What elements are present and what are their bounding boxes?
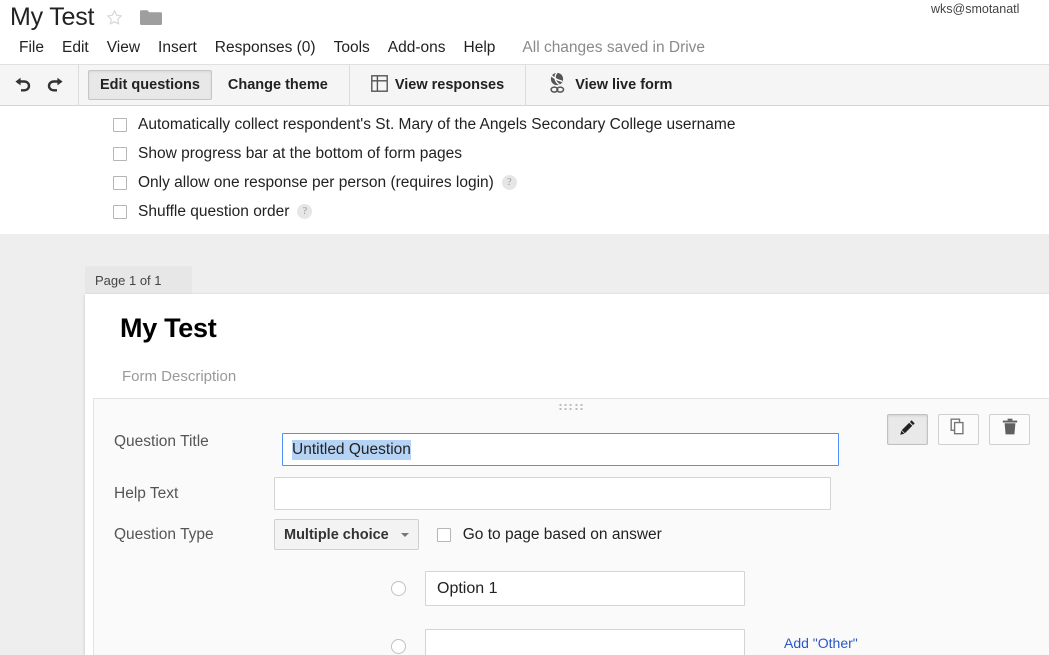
question-title-label: Question Title	[114, 433, 209, 450]
add-other-link[interactable]: Add "Other"	[784, 635, 858, 651]
question-type-value: Multiple choice	[284, 526, 389, 543]
tab-edit-questions[interactable]: Edit questions	[88, 70, 212, 100]
grid-icon	[370, 74, 388, 96]
edit-mode-button-group: Edit questions Change theme	[79, 64, 349, 106]
option-1-input[interactable]	[425, 571, 745, 606]
menu-item-view[interactable]: View	[98, 37, 149, 59]
view-live-form-group: View live form	[526, 64, 693, 106]
globe-link-icon	[547, 72, 568, 98]
page-tab-label: Page 1 of 1	[95, 272, 162, 288]
tab-change-theme-label: Change theme	[227, 77, 328, 93]
help-text-row: Help Text	[114, 477, 831, 510]
help-icon[interactable]: ?	[297, 204, 313, 219]
goto-page-label: Go to page based on answer	[462, 525, 662, 543]
google-forms-editor: My Test wks@smotanatl File Edit View Ins…	[0, 0, 1049, 655]
option-row	[391, 571, 745, 606]
drag-handle-icon[interactable]	[559, 404, 584, 410]
menu-item-help[interactable]: Help	[455, 37, 505, 59]
option-2-input[interactable]	[425, 629, 745, 655]
checkbox-collect-username[interactable]	[113, 117, 127, 132]
goto-page-toggle[interactable]: Go to page based on answer	[436, 525, 662, 544]
page-title[interactable]: My Test	[10, 0, 94, 34]
history-button-group	[0, 64, 78, 106]
form-description[interactable]: Form Description	[122, 368, 236, 385]
setting-progress-bar-label: Show progress bar at the bottom of form …	[138, 144, 462, 162]
question-title-row: Question Title Untitled Question	[114, 433, 839, 466]
tab-view-live-form[interactable]: View live form	[535, 70, 684, 100]
question-title-value: Untitled Question	[292, 439, 411, 460]
tab-edit-questions-label: Edit questions	[100, 77, 200, 93]
checkbox-goto-page[interactable]	[436, 527, 451, 542]
checkbox-progress-bar[interactable]	[113, 146, 127, 161]
duplicate-question-button[interactable]	[938, 414, 979, 445]
duplicate-icon	[950, 418, 967, 441]
setting-one-response[interactable]: Only allow one response per person (requ…	[113, 168, 735, 197]
help-text-input[interactable]	[274, 477, 831, 510]
question-type-label: Question Type	[114, 525, 214, 543]
question-card-actions	[887, 414, 1030, 445]
star-icon[interactable]	[105, 8, 124, 27]
app-header: My Test wks@smotanatl File Edit View Ins…	[0, 0, 1049, 64]
form-settings-list: Automatically collect respondent's St. M…	[113, 110, 735, 226]
menu-item-responses[interactable]: Responses (0)	[206, 37, 325, 59]
page-tab[interactable]: Page 1 of 1	[85, 266, 192, 294]
setting-progress-bar[interactable]: Show progress bar at the bottom of form …	[113, 139, 735, 168]
edit-question-button[interactable]	[887, 414, 928, 445]
undo-icon[interactable]	[10, 72, 36, 98]
help-icon[interactable]: ?	[501, 175, 517, 190]
pencil-icon	[899, 419, 916, 441]
trash-icon	[1002, 418, 1018, 441]
setting-collect-username[interactable]: Automatically collect respondent's St. M…	[113, 110, 735, 139]
tab-view-live-form-label: View live form	[575, 77, 673, 93]
save-status: All changes saved in Drive	[522, 39, 706, 56]
setting-shuffle-order-label: Shuffle question order	[138, 202, 290, 220]
help-text-label: Help Text	[114, 484, 179, 502]
toolbar: Edit questions Change theme View respons…	[0, 64, 1049, 106]
form-sheet: My Test Form Description Question Title …	[85, 294, 1049, 655]
menu-item-addons[interactable]: Add-ons	[379, 37, 455, 59]
question-title-input[interactable]: Untitled Question	[282, 433, 839, 466]
checkbox-shuffle-order[interactable]	[113, 204, 127, 219]
folder-icon[interactable]	[139, 8, 163, 27]
chevron-down-icon	[400, 532, 409, 537]
account-email[interactable]: wks@smotanatl	[931, 2, 1049, 16]
checkbox-one-response[interactable]	[113, 175, 127, 190]
delete-question-button[interactable]	[989, 414, 1030, 445]
setting-collect-username-label: Automatically collect respondent's St. M…	[138, 115, 736, 133]
menu-item-file[interactable]: File	[10, 37, 53, 59]
tab-view-responses[interactable]: View responses	[359, 70, 516, 100]
tab-view-responses-label: View responses	[394, 77, 505, 93]
tab-change-theme[interactable]: Change theme	[216, 70, 340, 100]
view-responses-group: View responses	[350, 64, 525, 106]
setting-shuffle-order[interactable]: Shuffle question order ?	[113, 197, 735, 226]
editor-canvas: Automatically collect respondent's St. M…	[0, 106, 1049, 655]
question-type-select[interactable]: Multiple choice	[274, 519, 419, 550]
form-title[interactable]: My Test	[120, 313, 217, 344]
option-row	[391, 629, 745, 655]
radio-option-2[interactable]	[391, 639, 406, 654]
menu-item-edit[interactable]: Edit	[53, 37, 98, 59]
radio-option-1[interactable]	[391, 581, 406, 596]
menu-bar: File Edit View Insert Responses (0) Tool…	[10, 33, 705, 63]
question-type-row: Question Type Multiple choice Go to page…	[114, 519, 662, 550]
question-card: Question Title Untitled Question Help Te…	[93, 398, 1049, 655]
document-title-row: My Test	[10, 0, 163, 34]
setting-one-response-label: Only allow one response per person (requ…	[138, 173, 494, 191]
menu-item-tools[interactable]: Tools	[325, 37, 379, 59]
redo-icon[interactable]	[42, 72, 68, 98]
menu-item-insert[interactable]: Insert	[149, 37, 206, 59]
